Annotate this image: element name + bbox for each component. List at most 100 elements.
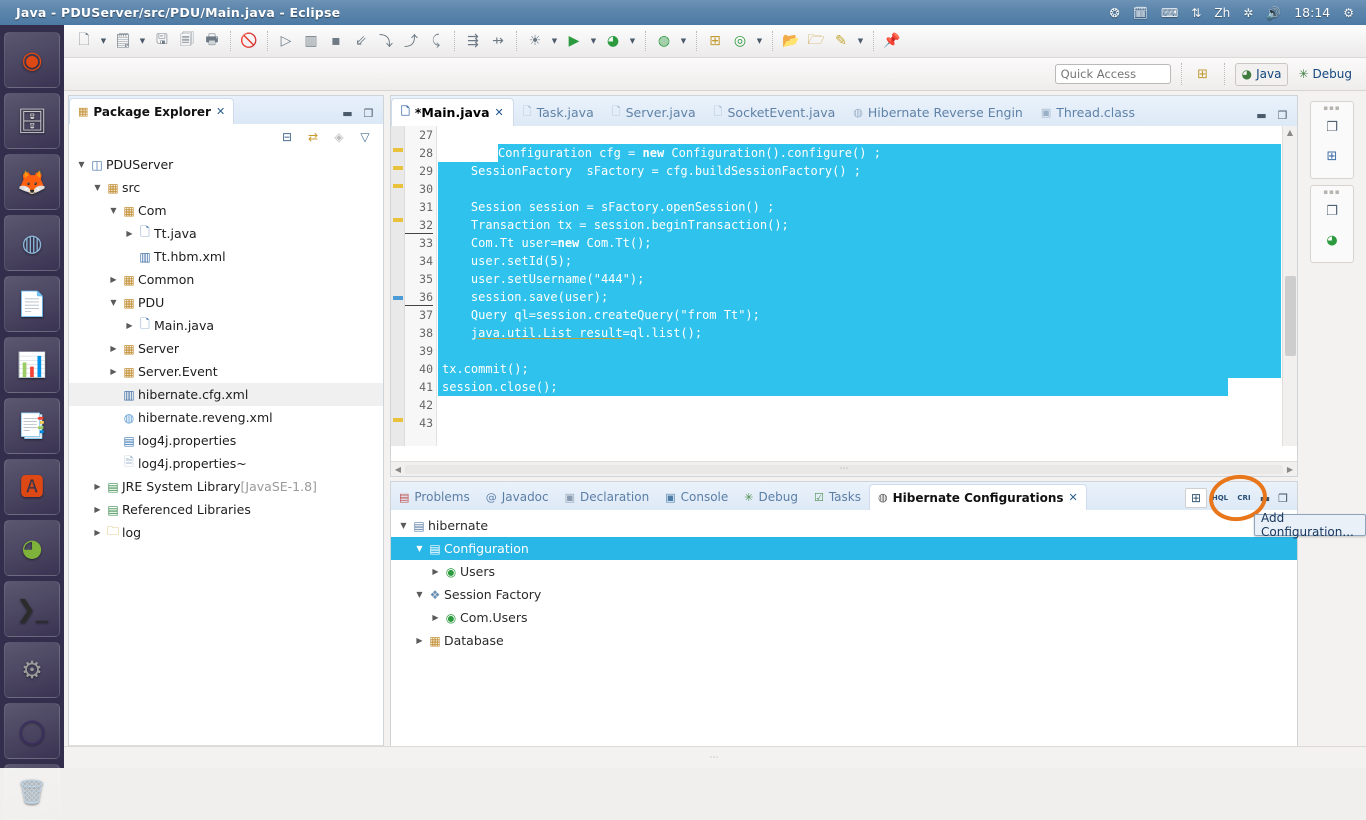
step-return-button[interactable]: ⤴ — [399, 29, 423, 53]
network-updown-icon[interactable]: ⇅ — [1191, 7, 1201, 19]
editor-body[interactable]: 27 28 29 30 31 32 33 34 35 36 37◉ 38⚠ 39 40 41◉ 42 43 Co… — [391, 126, 1297, 476]
dropbox-icon[interactable]: ❂ — [1110, 7, 1120, 19]
scroll-right-icon[interactable]: ▶ — [1283, 465, 1297, 474]
twisty-collapsed-icon[interactable]: ▶ — [123, 229, 136, 238]
restore-icon[interactable]: ❐ — [1319, 114, 1345, 140]
tree-item-pdu[interactable]: ▼ ▦ PDU — [69, 291, 383, 314]
link-with-editor-icon[interactable]: ⇄ — [305, 129, 321, 145]
debug-button-dropdown-arrow[interactable]: ▼ — [626, 29, 639, 53]
system-settings-icon[interactable]: ⚙ — [1343, 7, 1354, 19]
resize-grip[interactable]: ⋯ — [710, 753, 721, 763]
calendar-icon[interactable]: 🗓 — [1133, 7, 1148, 19]
tree-item-main-java[interactable]: ▶ 🗋 Main.java — [69, 314, 383, 337]
firefox-icon[interactable]: 🦊 — [4, 154, 60, 210]
chromium-icon[interactable]: ◍ — [4, 215, 60, 271]
code-line-33[interactable]: Com.Tt user=new Com.Tt(); — [438, 234, 1281, 252]
perspective-debug[interactable]: ✳ Debug — [1292, 63, 1358, 86]
outline-icon[interactable]: ⊞ — [1319, 143, 1345, 169]
hibernate-tree-item-users[interactable]: ▶ ◉ Users — [391, 560, 1297, 583]
coverage-button[interactable]: ◍ — [652, 29, 676, 53]
twisty-collapsed-icon[interactable]: ▶ — [123, 321, 136, 330]
overview-ruler-mark[interactable] — [393, 296, 403, 300]
hibernate-tree-item-session-factory[interactable]: ▼ ❖ Session Factory — [391, 583, 1297, 606]
tree-item-src[interactable]: ▼ ▦ src — [69, 176, 383, 199]
bluetooth-icon[interactable]: ✲ — [1243, 7, 1253, 19]
code-line-43[interactable] — [438, 414, 1281, 432]
editor-tab-server-java[interactable]: 🗋 Server.java — [603, 98, 705, 126]
code-line-37[interactable]: Query ql=session.createQuery("from Tt"); — [438, 306, 1281, 324]
code-line-35[interactable]: user.setUsername("444"); — [438, 270, 1281, 288]
suspend-button[interactable]: ▥ — [299, 29, 323, 53]
step-over-button[interactable]: ⤵ — [374, 29, 398, 53]
overview-ruler-mark[interactable] — [393, 218, 403, 222]
tree-item-hibernate-reveng-xml[interactable]: ◍ hibernate.reveng.xml — [69, 406, 383, 429]
coverage-button-dropdown-arrow[interactable]: ▼ — [677, 29, 690, 53]
bottom-tab-debug[interactable]: ✳ Debug — [736, 484, 806, 510]
overview-ruler-mark[interactable] — [393, 184, 403, 188]
tree-item-com[interactable]: ▼ ▦ Com — [69, 199, 383, 222]
ubuntu-dash-icon[interactable]: ◉ — [4, 32, 60, 88]
tab-package-explorer[interactable]: ▦ Package Explorer ✕ — [69, 98, 235, 124]
libreoffice-writer-icon[interactable]: 📄 — [4, 276, 60, 332]
twisty-collapsed-icon[interactable]: ▶ — [413, 636, 426, 645]
focus-on-active-task-icon[interactable]: ◈ — [331, 129, 347, 145]
maximize-icon[interactable]: ❐ — [1275, 490, 1291, 506]
editor-tab-task-java[interactable]: 🗋 Task.java — [514, 98, 603, 126]
drag-grip[interactable]: ▪▪▪ — [1311, 104, 1353, 112]
twisty-expanded-icon[interactable]: ▼ — [107, 298, 120, 307]
twisty-expanded-icon[interactable]: ▼ — [397, 521, 410, 530]
open-perspective-icon[interactable]: ⊞ — [1192, 63, 1214, 85]
twisty-collapsed-icon[interactable]: ▶ — [91, 482, 104, 491]
save-button[interactable]: 🖫 — [150, 29, 174, 53]
tree-item-hibernate-cfg-xml[interactable]: ▥ hibernate.cfg.xml — [69, 383, 383, 406]
tree-item-tt-java[interactable]: ▶ 🗋 Tt.java — [69, 222, 383, 245]
libreoffice-calc-icon[interactable]: 📊 — [4, 337, 60, 393]
minimize-icon[interactable]: ▬ — [1257, 490, 1273, 506]
disconnect-button[interactable]: ⇸ — [486, 29, 510, 53]
twisty-collapsed-icon[interactable]: ▶ — [429, 567, 442, 576]
code-line-36[interactable]: session.save(user); — [438, 288, 1281, 306]
bottom-tab-declaration[interactable]: ▣ Declaration — [557, 484, 658, 510]
bottom-tab-javadoc[interactable]: @ Javadoc — [478, 484, 557, 510]
tree-item-server[interactable]: ▶ ▦ Server — [69, 337, 383, 360]
run-button[interactable]: ▶ — [562, 29, 586, 53]
help-icon[interactable]: ◕ — [4, 520, 60, 576]
quick-access-input[interactable] — [1054, 64, 1171, 84]
resume-button[interactable]: ▷ — [274, 29, 298, 53]
add-configuration-button[interactable]: ⊞ — [1185, 488, 1207, 508]
code-line-40[interactable]: tx.commit(); — [438, 360, 1281, 378]
twisty-collapsed-icon[interactable]: ▶ — [91, 505, 104, 514]
hibernate-tree-item-hibernate[interactable]: ▼ ▤ hibernate — [391, 514, 1297, 537]
editor-tab-thread-class[interactable]: ▣ Thread.class — [1032, 98, 1144, 126]
twisty-collapsed-icon[interactable]: ▶ — [107, 367, 120, 376]
package-explorer-tree[interactable]: ▼ ◫ PDUServer ▼ ▦ src ▼ ▦ Com ▶ 🗋 Tt.java ▥ Tt.hbm.xm… — [69, 150, 383, 544]
clock[interactable]: 18:14 — [1294, 5, 1330, 20]
twisty-expanded-icon[interactable]: ▼ — [413, 590, 426, 599]
eclipse-icon[interactable]: ◯ — [4, 703, 60, 759]
hql-editor-button[interactable]: HQL — [1209, 488, 1231, 508]
overview-ruler-mark[interactable] — [393, 166, 403, 170]
hibernate-tree-item-configuration[interactable]: ▼ ▤ Configuration — [391, 537, 1297, 560]
editor-tab-socketevent-java[interactable]: 🗋 SocketEvent.java — [705, 98, 845, 126]
hibernate-tree-item-com-users[interactable]: ▶ ◉ Com.Users — [391, 606, 1297, 629]
tree-item-referenced-libraries[interactable]: ▶ ▤ Referenced Libraries — [69, 498, 383, 521]
twisty-expanded-icon[interactable]: ▼ — [91, 183, 104, 192]
drag-grip[interactable]: ▪▪▪ — [1311, 188, 1353, 196]
drop-to-frame-button[interactable]: ⤹ — [424, 29, 448, 53]
code-line-34[interactable]: user.setId(5); — [438, 252, 1281, 270]
overview-ruler-mark[interactable] — [393, 148, 403, 152]
ubuntu-software-center-icon[interactable]: 🅰 — [4, 459, 60, 515]
twisty-expanded-icon[interactable]: ▼ — [107, 206, 120, 215]
close-icon[interactable]: ✕ — [495, 106, 504, 119]
perspective-java[interactable]: ◕ Java — [1234, 62, 1289, 86]
tree-item-common[interactable]: ▶ ▦ Common — [69, 268, 383, 291]
code-line-42[interactable] — [438, 396, 538, 414]
bottom-tab-problems[interactable]: ▤ Problems — [391, 484, 478, 510]
view-menu-icon[interactable]: ▽ — [357, 129, 373, 145]
scroll-up-icon[interactable]: ▲ — [1283, 126, 1297, 140]
open-type-button-dropdown-arrow[interactable]: ▼ — [753, 29, 766, 53]
criteria-editor-button[interactable]: CRI — [1233, 488, 1255, 508]
code-line-31[interactable]: Session session = sFactory.openSession()… — [438, 198, 1281, 216]
trash-icon[interactable]: 🗑 — [4, 764, 60, 820]
files-icon[interactable]: 🗄 — [4, 93, 60, 149]
